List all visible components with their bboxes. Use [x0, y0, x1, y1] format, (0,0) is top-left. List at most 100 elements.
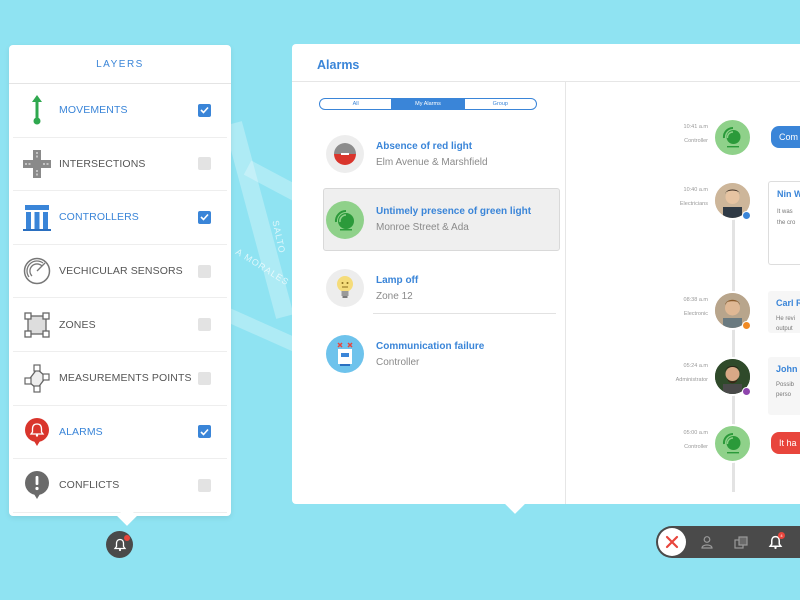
sensor-radar-icon [23, 256, 51, 286]
entry-time: 10:41 a.m [683, 124, 708, 130]
layer-label: VECHICULAR SENSORS [59, 265, 183, 278]
green-signal-icon [713, 424, 752, 463]
entry-time: 05:24 a.m [683, 363, 708, 369]
layer-checkbox[interactable] [198, 103, 211, 117]
alarm-location: Controller [376, 356, 420, 368]
entry-time: 05:00 a.m [683, 430, 708, 436]
layer-checkbox[interactable] [198, 318, 211, 332]
message-text: the cro [777, 220, 796, 226]
intersection-icon [23, 149, 51, 179]
layer-row-zones[interactable]: ZONES [13, 298, 227, 352]
message-card[interactable]: Nin W It was the cro [768, 181, 800, 265]
status-badge [742, 211, 751, 220]
alarm-location: Zone 12 [376, 290, 413, 302]
movement-arrow-icon [23, 95, 51, 125]
alarm-item[interactable]: Absence of red light Elm Avenue & Marshf… [324, 122, 560, 186]
timeline-entry: 10:40 a.m Electricians Nin W It was the … [566, 181, 800, 265]
bottom-toolbar: 4 [656, 526, 800, 558]
alarm-title: Lamp off [376, 274, 419, 286]
layers-panel: LAYERS MOVEMENTS INTERSECTIONS CONTROLLE… [9, 45, 231, 526]
close-button[interactable] [658, 528, 686, 556]
layer-checkbox[interactable] [198, 478, 211, 492]
entry-time: 08:38 a.m [683, 297, 708, 303]
timeline-entry: 08:38 a.m Electronic Carl R He revi outp… [566, 291, 800, 335]
entry-role: Administrator [675, 377, 708, 383]
status-badge [742, 321, 751, 330]
alarm-bell-icon [23, 417, 51, 447]
alarms-toolbar-button[interactable]: 4 [758, 526, 792, 558]
layer-checkbox[interactable] [198, 371, 211, 385]
zone-square-icon [23, 310, 51, 340]
entry-role: Controller [684, 444, 708, 450]
notification-count-badge: 4 [778, 532, 785, 539]
layers-icon [733, 535, 748, 549]
tab-all[interactable]: All [320, 99, 391, 109]
alarm-location: Elm Avenue & Marshfield [376, 156, 488, 168]
alarms-panel: Alarms All My Alarms Group Absence of re… [292, 44, 800, 504]
green-signal-icon [326, 200, 364, 239]
layer-checkbox[interactable] [198, 210, 211, 224]
alarm-title: Untimely presence of green light [376, 206, 532, 217]
user-button[interactable] [690, 526, 724, 558]
alarms-bell-button[interactable] [106, 531, 133, 558]
layers-title: LAYERS [9, 45, 231, 84]
entry-role: Electronic [683, 311, 708, 317]
message-text: He revi [776, 316, 796, 322]
alarm-location: Monroe Street & Ada [376, 222, 469, 233]
timeline-entry: 05:24 a.m Administrator John Possib pers… [566, 357, 800, 415]
layer-row-movements[interactable]: MOVEMENTS [13, 84, 227, 138]
layer-row-measurement-points[interactable]: MEASUREMENTS POINTS [13, 352, 227, 406]
layer-row-conflicts[interactable]: CONFLICTS [13, 459, 227, 513]
layer-label: CONFLICTS [59, 479, 120, 492]
entry-role: Controller [684, 138, 708, 144]
controller-icon [23, 202, 51, 232]
sender-name: Nin W [777, 189, 800, 199]
lamp-off-icon [326, 269, 364, 307]
message-card[interactable]: Carl R He revi output [768, 291, 800, 333]
layer-label: INTERSECTIONS [59, 157, 146, 170]
measurement-points-icon [23, 363, 51, 393]
sender-name: John [776, 364, 798, 374]
layer-label: CONTROLLERS [59, 211, 139, 224]
close-icon [665, 535, 679, 549]
status-badge [742, 387, 751, 396]
sender-name: Carl R [776, 298, 800, 308]
alarm-title: Absence of red light [376, 140, 473, 152]
layer-row-alarms[interactable]: ALARMS [13, 406, 227, 460]
entry-role: Electricians [679, 201, 708, 207]
message-card[interactable]: John Possib perso [768, 357, 800, 415]
message-text: perso [776, 392, 792, 398]
alarm-title: Communication failure [376, 340, 485, 352]
message-text: Possib [776, 382, 795, 388]
alarm-item[interactable]: Communication failure Controller [324, 322, 560, 386]
layer-row-controllers[interactable]: CONTROLLERS [13, 191, 227, 245]
alarm-item-selected[interactable]: Untimely presence of green light Monroe … [323, 188, 560, 251]
alarm-timeline: 10:41 a.m Controller Com 10:40 a.m Elect… [566, 82, 800, 504]
layer-row-intersections[interactable]: INTERSECTIONS [13, 138, 227, 192]
entry-time: 10:40 a.m [683, 187, 708, 193]
notification-dot [124, 535, 130, 541]
layer-checkbox[interactable] [198, 425, 211, 439]
message-bubble[interactable]: Com [771, 126, 800, 148]
alarm-item[interactable]: Lamp off Zone 12 [324, 256, 560, 320]
layers-button[interactable] [724, 526, 758, 558]
tab-my-alarms[interactable]: My Alarms [391, 99, 464, 109]
timeline-entry: 05:00 a.m Controller It ha [566, 424, 800, 468]
layer-label: MOVEMENTS [59, 104, 128, 117]
divider [373, 313, 556, 314]
layer-row-vehicular-sensors[interactable]: VECHICULAR SENSORS [13, 245, 227, 299]
alarms-title: Alarms [292, 44, 800, 82]
layer-checkbox[interactable] [198, 157, 211, 171]
layer-label: MEASUREMENTS POINTS [59, 372, 192, 385]
message-bubble[interactable]: It ha [771, 432, 800, 454]
message-text: output [776, 326, 793, 332]
tab-group[interactable]: Group [463, 99, 536, 109]
layer-label: ALARMS [59, 425, 103, 438]
communication-failure-icon [326, 335, 364, 373]
alarms-list: All My Alarms Group Absence of red light… [292, 82, 566, 504]
green-signal-icon [713, 118, 752, 157]
alarm-filter-tabs: All My Alarms Group [319, 98, 537, 110]
user-icon [701, 536, 713, 549]
layer-checkbox[interactable] [198, 264, 211, 278]
timeline-entry: 10:41 a.m Controller Com [566, 118, 800, 162]
